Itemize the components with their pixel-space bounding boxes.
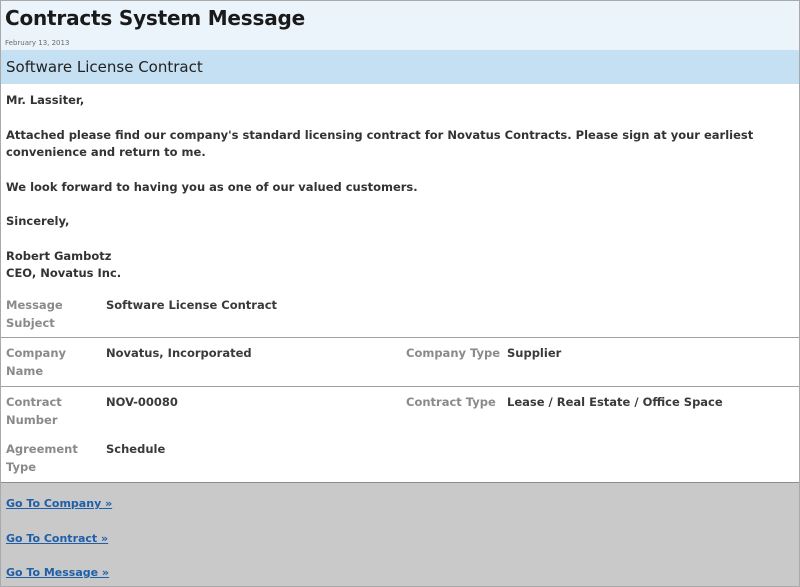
go-to-company-link[interactable]: Go To Company » [6, 497, 112, 511]
go-to-contract-link[interactable]: Go To Contract » [6, 532, 108, 546]
company-name-value: Novatus, Incorporated [106, 346, 252, 360]
greeting: Mr. Lassiter, [6, 93, 85, 107]
company-type-label: Company Type [406, 346, 501, 360]
company-type-value: Supplier [507, 346, 562, 360]
contract-number-value: NOV-00080 [106, 395, 178, 409]
go-to-message-link[interactable]: Go To Message » [6, 566, 109, 580]
company-name-label: Company Name [6, 346, 66, 378]
message-header: Contracts System Message February 13, 20… [1, 1, 799, 50]
signature-name: Robert Gambotz [6, 248, 112, 263]
message-subject-label: Message Subject [6, 298, 63, 330]
body-paragraph-1: Attached please find our company's stand… [6, 127, 754, 160]
body-paragraph-2: We look forward to having you as one of … [6, 179, 418, 194]
message-window: Contracts System Message February 13, 20… [0, 0, 800, 587]
details-fields: Message Subject Software License Contrac… [1, 297, 799, 481]
message-date: February 13, 2013 [5, 39, 70, 47]
row-agreement: Agreement Type Schedule [1, 433, 799, 481]
message-subject-value: Software License Contract [106, 298, 278, 312]
signature-title: CEO, Novatus Inc. [6, 266, 122, 280]
contract-number-label: Contract Number [6, 395, 62, 427]
page-title: Contracts System Message [5, 6, 305, 30]
contract-type-value: Lease / Real Estate / Office Space [507, 395, 723, 409]
row-company: Company Name Novatus, Incorporated Compa… [1, 338, 799, 387]
agreement-type-label: Agreement Type [6, 442, 78, 474]
row-message-subject: Message Subject Software License Contrac… [1, 297, 799, 338]
row-contract: Contract Number NOV-00080 Contract Type … [1, 387, 799, 433]
message-body: Mr. Lassiter, Attached please find our c… [1, 84, 799, 283]
closing: Sincerely, [6, 214, 70, 228]
subject-bar: Software License Contract [1, 50, 799, 84]
contract-type-label: Contract Type [406, 395, 496, 409]
links-footer: Go To Company » Go To Contract » Go To M… [1, 482, 799, 586]
agreement-type-value: Schedule [106, 442, 166, 456]
